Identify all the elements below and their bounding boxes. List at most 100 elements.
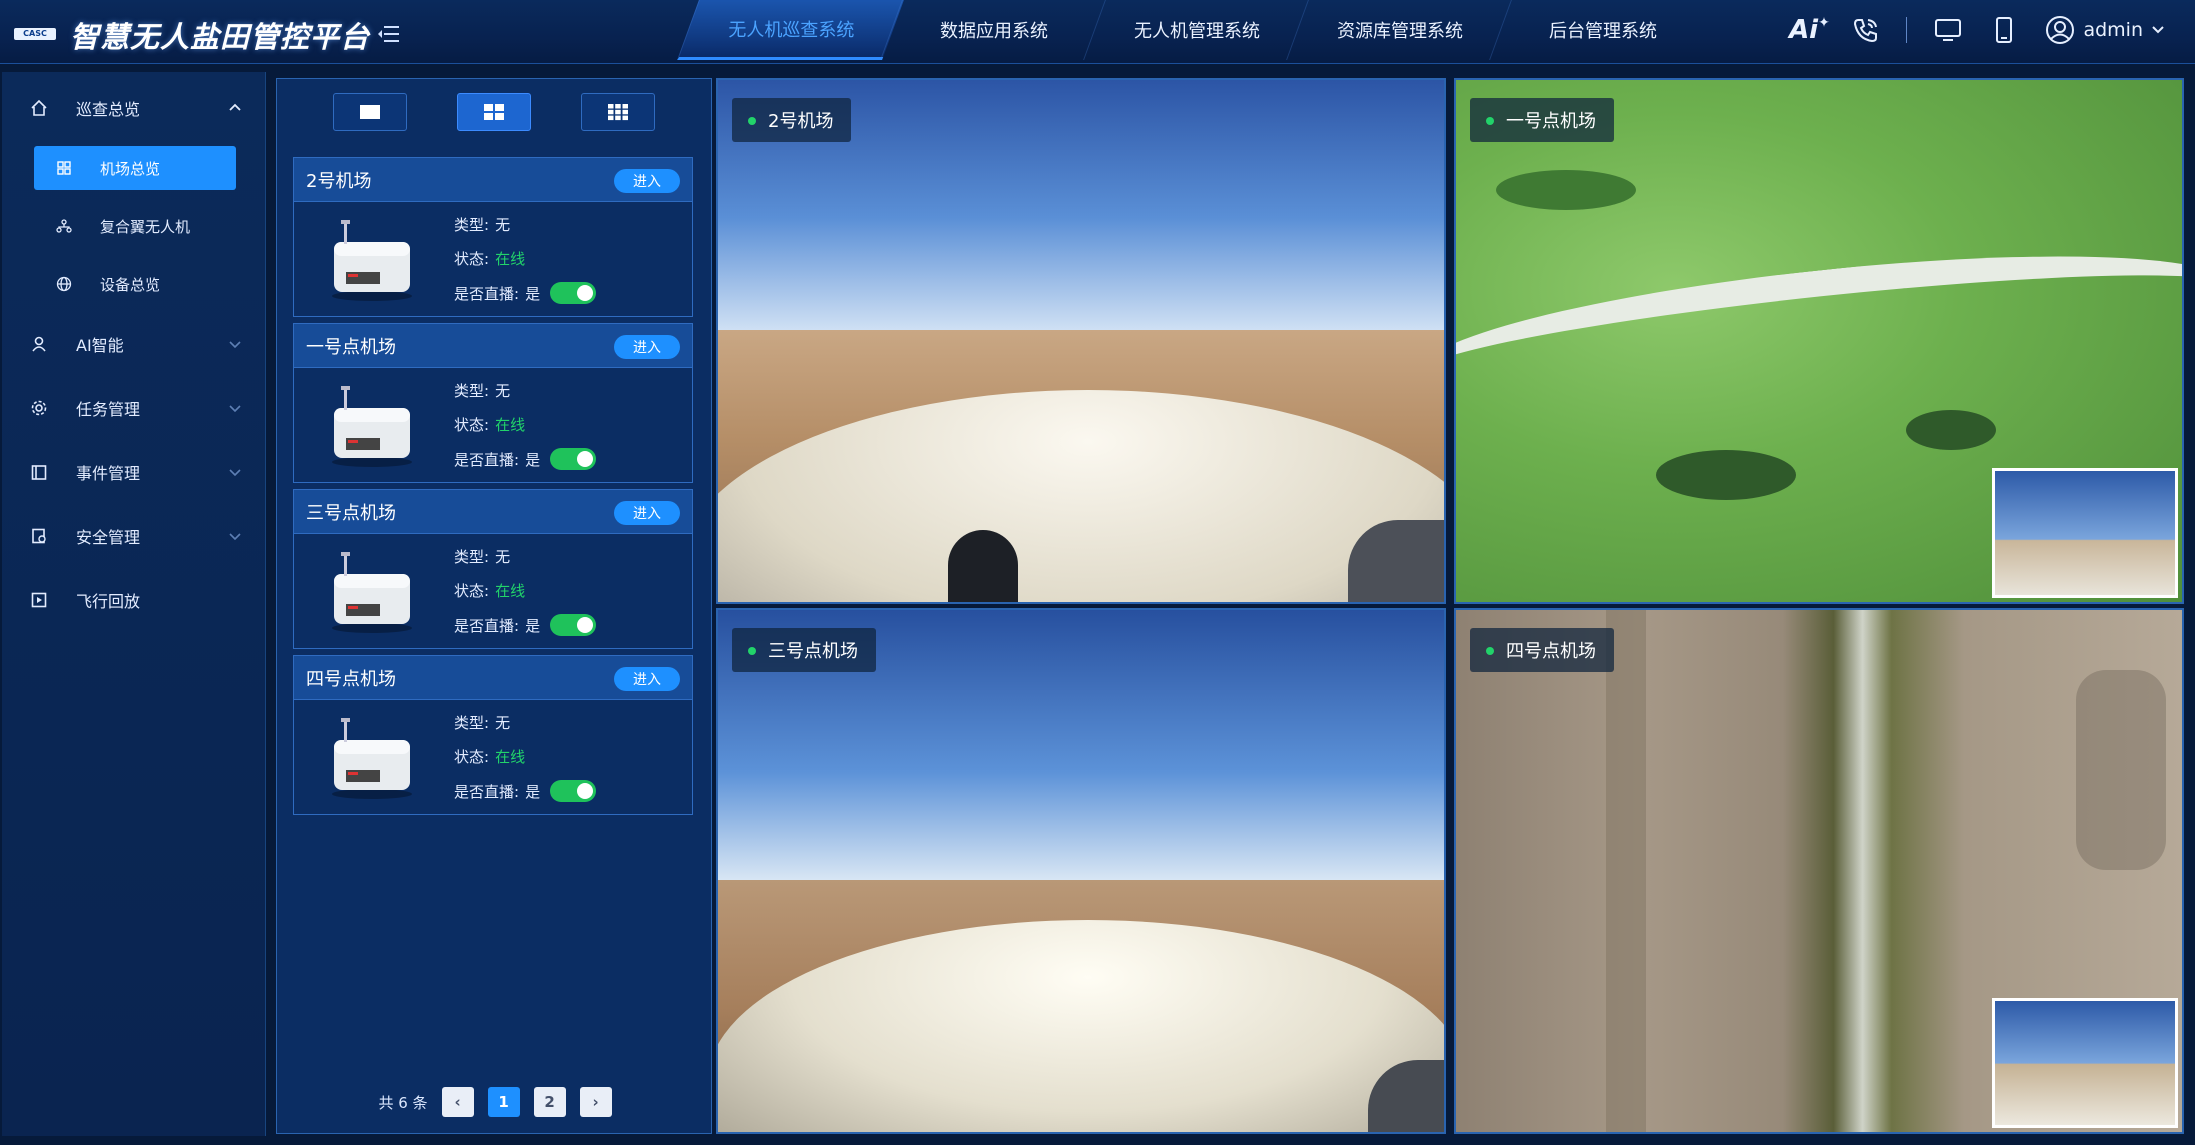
page-1-button[interactable]: 1 [487,1087,520,1117]
status-badge: 在线 [495,582,526,600]
sidebar-item-event-management[interactable]: 事件管理 [2,450,266,494]
single-view-icon [360,105,380,119]
chevron-down-icon [2152,26,2164,34]
page-2-button[interactable]: 2 [533,1087,566,1117]
video-label: 三号点机场 [732,628,876,672]
username: admin [2083,19,2143,41]
ai-assistant-icon[interactable]: Ai ✦ [1789,14,1830,46]
status-badge: 在线 [495,748,526,766]
tab-drone-patrol[interactable]: 无人机巡查系统 [677,0,904,60]
live-toggle[interactable] [550,282,597,304]
live-value: 是 [525,450,541,469]
phone-call-icon[interactable] [1850,14,1880,46]
view-quad-button[interactable] [457,93,531,131]
pip-video-preview[interactable] [1992,998,2178,1128]
airport-list-panel: 2号机场 进入 类型: 无 状态: 在线 是否直播: 是 一号点机场 进入 类型… [276,78,712,1134]
tab-backend-management[interactable]: 后台管理系统 [1489,0,1716,60]
view-single-button[interactable] [333,93,407,131]
video-label: 四号点机场 [1470,628,1614,672]
total-count: 共 6 条 [378,1093,428,1112]
online-indicator [1486,117,1494,125]
airport-type: 无 [495,382,511,400]
tablet-icon[interactable] [1989,14,2019,46]
company-logo: CASC [14,28,56,40]
airport-type: 无 [495,714,511,732]
airport-name: 2号机场 [306,170,372,192]
video-label: 一号点机场 [1470,98,1614,142]
airport-card: 2号机场 进入 类型: 无 状态: 在线 是否直播: 是 [293,157,693,317]
chevron-down-icon [229,405,241,413]
video-feed[interactable]: 一号点机场 [1454,78,2184,604]
monitor-icon[interactable] [1933,14,1963,46]
sidebar-item-task-management[interactable]: 任务管理 [2,386,266,430]
video-feed[interactable]: 2号机场 [716,78,1446,604]
online-indicator [748,647,756,655]
airport-name: 四号点机场 [306,668,396,690]
view-nine-button[interactable] [581,93,655,131]
prev-page-button[interactable]: ‹ [441,1087,474,1117]
avatar-icon [2046,16,2075,44]
tab-data-application[interactable]: 数据应用系统 [880,0,1107,60]
pip-video-preview[interactable] [1992,468,2178,598]
enter-button[interactable]: 进入 [614,335,680,359]
video-feed[interactable]: 四号点机场 [1454,608,2184,1134]
airport-card: 一号点机场 进入 类型: 无 状态: 在线 是否直播: 是 [293,323,693,483]
calendar-icon [31,465,47,480]
grid-icon [57,161,71,175]
airport-card: 三号点机场 进入 类型: 无 状态: 在线 是否直播: 是 [293,489,693,649]
enter-button[interactable]: 进入 [614,501,680,525]
system-nav: 无人机巡查系统 数据应用系统 无人机管理系统 资源库管理系统 后台管理系统 [677,0,1716,60]
status-badge: 在线 [495,416,526,434]
chevron-up-icon [229,103,241,111]
enter-button[interactable]: 进入 [614,169,680,193]
airport-type: 无 [495,548,511,566]
dock-device-image [332,718,412,799]
airport-card-header: 2号机场 进入 [294,158,692,202]
online-indicator [748,117,756,125]
chevron-down-icon [229,533,241,541]
next-page-button[interactable]: › [579,1087,612,1117]
sidebar-item-compound-wing-drone[interactable]: 复合翼无人机 [34,204,236,248]
sidebar-item-ai[interactable]: AI智能 [2,322,266,366]
nodes-icon [56,219,72,233]
quad-view-icon [484,104,504,120]
user-menu[interactable]: admin [2045,15,2165,45]
header-tools: Ai ✦ admin [1789,14,2165,46]
home-icon [31,99,47,116]
airport-card-header: 一号点机场 进入 [294,324,692,368]
gear-icon [31,400,47,416]
sidebar-item-patrol-overview[interactable]: 巡查总览 [2,86,266,130]
play-icon [31,592,47,608]
live-toggle[interactable] [550,614,597,636]
video-feed[interactable]: 三号点机场 [716,608,1446,1134]
pagination: 共 6 条 ‹ 1 2 › [277,1085,713,1119]
live-toggle[interactable] [550,448,597,470]
sidebar-item-flight-playback[interactable]: 飞行回放 [2,578,266,622]
dock-device-image [332,220,412,301]
user-icon [32,336,46,352]
enter-button[interactable]: 进入 [614,667,680,691]
live-toggle[interactable] [550,780,597,802]
airport-card-header: 三号点机场 进入 [294,490,692,534]
tab-resource-library[interactable]: 资源库管理系统 [1286,0,1513,60]
airport-card-header: 四号点机场 进入 [294,656,692,700]
sidebar-item-airport-overview[interactable]: 机场总览 [34,146,236,190]
chevron-down-icon [229,341,241,349]
airport-name: 一号点机场 [306,336,396,358]
header-divider [1906,17,1908,43]
live-value: 是 [525,782,541,801]
shield-doc-icon [32,528,46,544]
tab-drone-management[interactable]: 无人机管理系统 [1083,0,1310,60]
chevron-down-icon [229,469,241,477]
live-value: 是 [525,616,541,635]
menu-collapse-icon[interactable] [378,24,400,44]
dock-device-image [332,386,412,467]
sidebar-item-safety-management[interactable]: 安全管理 [2,514,266,558]
sidebar-item-device-overview[interactable]: 设备总览 [34,262,236,306]
online-indicator [1486,647,1494,655]
nine-view-icon [608,104,628,121]
top-header: CASC 智慧无人盐田管控平台 无人机巡查系统 数据应用系统 无人机管理系统 资… [0,0,2195,64]
sidebar: 巡查总览 机场总览 复合翼无人机 设备总览 AI智能 任务管理 事件管理 安全管… [2,72,266,1136]
airport-name: 三号点机场 [306,502,396,524]
airport-type: 无 [495,216,511,234]
